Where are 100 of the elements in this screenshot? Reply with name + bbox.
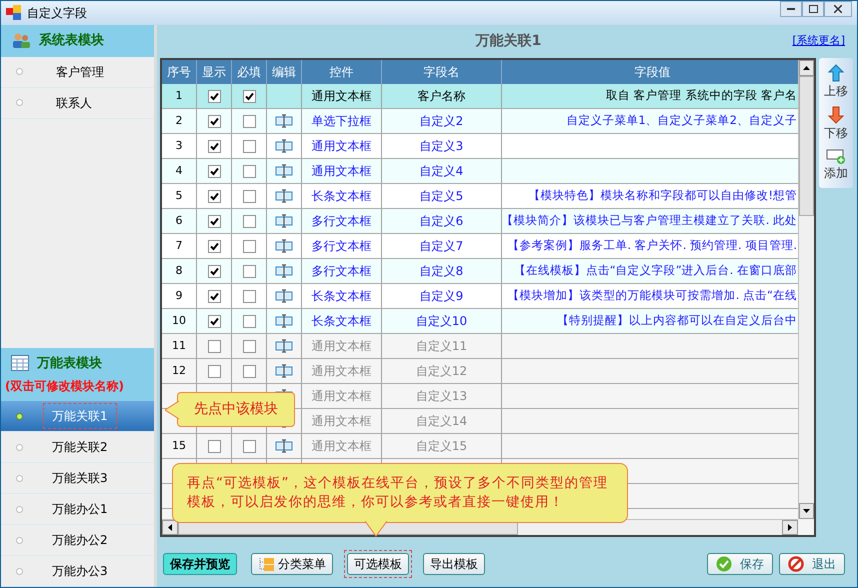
edit-field-icon[interactable] <box>275 239 293 253</box>
module-name: 万能关联1 <box>43 403 117 429</box>
section-header[interactable]: 系统表模块 <box>1 25 154 56</box>
checkbox[interactable] <box>242 90 256 102</box>
checkbox[interactable] <box>208 340 220 352</box>
close-button[interactable] <box>824 1 852 17</box>
folder-tree-icon <box>258 556 276 572</box>
module-item[interactable]: 万能办公1 <box>1 494 154 525</box>
checkbox[interactable] <box>208 364 220 378</box>
table-row[interactable]: 2 单选下拉框 自定义2 自定义子菜单1、自定义子菜单2、自定义子 <box>162 109 798 134</box>
edit-field-icon[interactable] <box>275 164 293 178</box>
module-item[interactable]: 万能关联2 <box>1 432 154 463</box>
module-name: 万能办公2 <box>51 532 109 549</box>
edit-field-icon[interactable] <box>275 439 293 453</box>
control-type: 通用文本框 <box>312 438 372 455</box>
toolbar-button[interactable]: 分类菜单 <box>251 553 333 575</box>
action-button[interactable]: 退出 <box>779 553 845 575</box>
table-row[interactable]: 1 通用文本框 客户名称 取自 客户管理 系统中的字段 客户名 <box>162 84 798 109</box>
edit-field-icon[interactable] <box>275 114 293 128</box>
checkbox[interactable] <box>208 114 220 128</box>
table-row[interactable]: 6 多行文本框 自定义6 【模块简介】该模块已与客户管理主模建立了关联. 此处 <box>162 209 798 234</box>
table-row[interactable]: 12 通用文本框 自定义12 <box>162 359 798 384</box>
edit-field-icon[interactable] <box>275 139 293 153</box>
module-item[interactable]: 万能办公2 <box>1 525 154 556</box>
toolbar-button[interactable]: 保存并预览 <box>163 553 237 575</box>
module-item[interactable]: 万能关联1 <box>1 401 154 432</box>
section-header[interactable]: 万能表模块 (双击可修改模块名称) <box>1 348 154 401</box>
checkbox[interactable] <box>208 140 220 152</box>
table-row[interactable]: 4 通用文本框 自定义4 <box>162 159 798 184</box>
checkbox[interactable] <box>208 164 220 178</box>
toolbar-button[interactable]: 添加 <box>824 146 848 184</box>
vertical-scrollbar[interactable] <box>798 60 814 519</box>
row-number: 2 <box>176 112 182 129</box>
edit-field-icon[interactable] <box>275 189 293 203</box>
minimize-button[interactable] <box>780 1 802 17</box>
table-row[interactable]: 8 多行文本框 自定义8 【在线模板】点击“自定义字段”进入后台. 在窗口底部 <box>162 259 798 284</box>
maximize-button[interactable] <box>802 1 824 17</box>
scroll-right-icon[interactable] <box>788 524 792 531</box>
toolbar-button[interactable]: 可选模板 <box>347 553 409 575</box>
checkbox[interactable] <box>242 140 256 152</box>
checkbox[interactable] <box>242 214 256 228</box>
edit-field-icon[interactable] <box>275 364 293 378</box>
checkbox[interactable] <box>242 190 256 202</box>
row-number: 4 <box>176 162 182 179</box>
field-name: 自定义12 <box>416 363 468 380</box>
edit-field-icon[interactable] <box>275 289 293 303</box>
module-item[interactable]: 联系人 <box>1 88 154 118</box>
edit-field-icon[interactable] <box>275 264 293 278</box>
edit-field-icon[interactable] <box>275 339 293 353</box>
module-title: 万能关联1 <box>476 32 542 51</box>
checkbox[interactable] <box>208 90 220 102</box>
field-name: 自定义6 <box>420 213 464 230</box>
checkbox[interactable] <box>242 440 256 452</box>
module-item[interactable]: 客户管理 <box>1 56 154 88</box>
module-name: 万能关联3 <box>51 470 109 487</box>
table-row[interactable]: 15 通用文本框 自定义15 <box>162 434 798 459</box>
edit-field-icon[interactable] <box>275 314 293 328</box>
section-title: 万能表模块 <box>37 354 102 372</box>
module-item[interactable]: 万能办公3 <box>1 556 154 587</box>
rename-link[interactable]: [系统更名] <box>792 33 845 50</box>
checkbox[interactable] <box>242 340 256 352</box>
table-row[interactable]: 9 长条文本框 自定义9 【模块增加】该类型的万能模块可按需增加. 点击“在线 <box>162 284 798 309</box>
row-number: 3 <box>176 138 182 154</box>
table-row[interactable]: 3 通用文本框 自定义3 <box>162 134 798 159</box>
checkbox[interactable] <box>208 314 220 328</box>
checkbox[interactable] <box>242 264 256 278</box>
row-number: 6 <box>176 212 182 229</box>
field-name: 客户名称 <box>418 88 466 105</box>
table-row[interactable]: 10 长条文本框 自定义10 【特别提醒】以上内容都可以在自定义后台中 <box>162 309 798 334</box>
checkbox[interactable] <box>242 240 256 252</box>
toolbar-button[interactable]: 上移 <box>824 62 848 102</box>
scroll-down-icon[interactable] <box>803 509 810 513</box>
prohibited-icon <box>788 556 804 572</box>
scroll-left-icon[interactable] <box>168 524 172 531</box>
checkbox[interactable] <box>242 364 256 378</box>
table-row[interactable]: 7 多行文本框 自定义7 【参考案例】服务工单. 客户关怀. 预约管理. 项目管理. <box>162 234 798 259</box>
module-name: 联系人 <box>55 94 93 112</box>
control-type: 多行文本框 <box>312 263 372 280</box>
field-name: 自定义11 <box>416 338 468 355</box>
scroll-up-icon[interactable] <box>803 66 810 70</box>
module-item[interactable]: 万能关联3 <box>1 463 154 494</box>
checkbox[interactable] <box>208 290 220 302</box>
checkbox[interactable] <box>242 114 256 128</box>
checkbox[interactable] <box>242 314 256 328</box>
edit-field-icon[interactable] <box>275 214 293 228</box>
checkbox[interactable] <box>208 440 220 452</box>
toolbar-button[interactable]: 导出模板 <box>423 553 485 575</box>
checkbox[interactable] <box>208 190 220 202</box>
row-number: 11 <box>172 338 186 354</box>
checkbox[interactable] <box>208 240 220 252</box>
checkbox[interactable] <box>208 214 220 228</box>
action-button[interactable]: 保存 <box>707 553 773 575</box>
table-row[interactable]: 5 长条文本框 自定义5 【模块特色】模块名称和字段都可以自由修改!想管 <box>162 184 798 209</box>
minimize-icon <box>787 8 795 10</box>
window-title: 自定义字段 <box>27 5 87 22</box>
checkbox[interactable] <box>242 164 256 178</box>
table-row[interactable]: 11 通用文本框 自定义11 <box>162 334 798 359</box>
checkbox[interactable] <box>242 290 256 302</box>
checkbox[interactable] <box>208 264 220 278</box>
toolbar-button[interactable]: 下移 <box>824 104 848 144</box>
